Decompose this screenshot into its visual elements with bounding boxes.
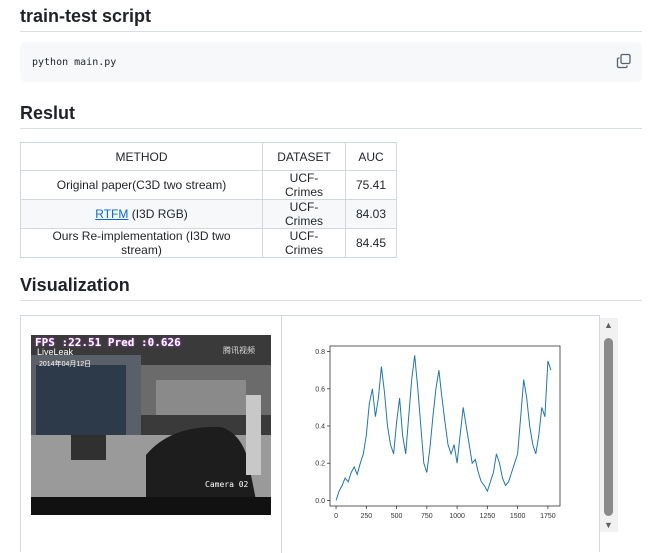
live-overlay-text: LiveLeak [37,347,74,357]
dataset-cell: UCF-Crimes [262,170,346,200]
y-tick-label: 0.4 [315,424,325,431]
table-row: Ours Re-implementation (I3D two stream) … [20,228,398,258]
x-tick-label: 750 [421,513,433,520]
heading-divider [20,128,642,129]
column-header-dataset: DATASET [262,142,346,171]
heading-divider [20,300,642,301]
method-cell: Ours Re-implementation (I3D two stream) [20,228,263,258]
y-tick-label: 0.2 [315,461,325,468]
method-cell: Original paper(C3D two stream) [20,170,263,200]
method-suffix: (I3D RGB) [128,207,188,221]
results-table: METHOD DATASET AUC Original paper(C3D tw… [20,142,398,258]
code-command: python main.py [32,57,117,68]
method-cell: RTFM (I3D RGB) [20,199,263,229]
y-tick-label: 0.0 [315,498,325,505]
table-row: Original paper(C3D two stream) UCF-Crime… [20,170,398,200]
vertical-scrollbar[interactable]: ▲ ▼ [600,318,618,532]
surveillance-video-frame[interactable]: FPS :22.51 Pred :0.626 LiveLeak 2014年04月… [31,335,271,515]
code-block: python main.py [20,42,642,82]
x-tick-label: 500 [391,513,403,520]
y-tick-label: 0.8 [315,349,325,356]
x-tick-label: 0 [334,513,338,520]
train-test-heading: train-test script [20,6,152,26]
x-tick-label: 1750 [540,513,556,520]
x-tick-label: 1500 [510,513,526,520]
cell-divider [281,316,282,553]
table-header-row: METHOD DATASET AUC [20,142,398,171]
dataset-cell: UCF-Crimes [262,228,346,258]
x-tick-label: 1250 [480,513,496,520]
result-heading: Reslut [20,103,76,123]
score-series-line [335,355,552,501]
y-tick-label: 0.6 [315,386,325,393]
dataset-cell: UCF-Crimes [262,199,346,229]
copy-icon[interactable] [616,53,632,69]
column-header-method: METHOD [20,142,263,171]
auc-cell: 75.41 [344,170,398,200]
scroll-up-arrow-icon[interactable]: ▲ [604,321,613,330]
x-tick-label: 250 [360,513,372,520]
visualization-heading: Visualization [20,275,130,295]
rtfm-link[interactable]: RTFM [95,207,128,221]
date-overlay-text: 2014年04月12日 [39,361,92,368]
column-header-auc: AUC [344,142,398,171]
auc-cell: 84.45 [344,228,398,258]
auc-cell: 84.03 [344,199,398,229]
watermark-text: 腾讯视频 [223,346,255,355]
scrollbar-thumb[interactable] [604,338,613,516]
scroll-down-arrow-icon[interactable]: ▼ [604,521,613,530]
anomaly-score-chart: 0.0 0.2 0.4 0.6 0.8 0 250 500 750 1000 1250 1500 175… [315,345,561,520]
table-row: RTFM (I3D RGB) UCF-Crimes 84.03 [20,199,398,229]
x-tick-label: 1000 [449,513,465,520]
camera-overlay-text: Camera 02 [205,480,249,489]
heading-divider [20,31,642,32]
